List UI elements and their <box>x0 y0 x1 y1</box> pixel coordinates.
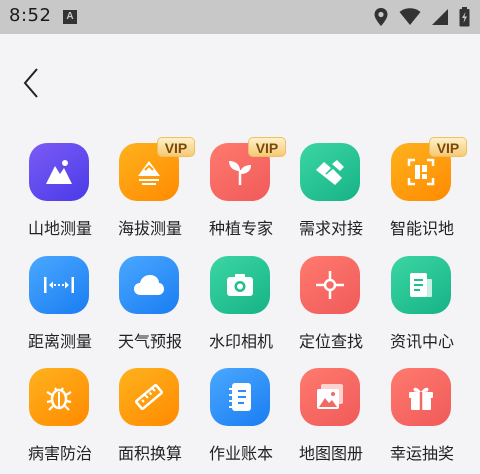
tool-tile <box>210 368 270 426</box>
tool-tile <box>29 368 89 426</box>
tool-tile <box>29 256 89 314</box>
tool-tile <box>300 368 360 426</box>
tool-distance[interactable]: 距离测量 <box>15 253 105 353</box>
notification-icon: A <box>63 10 77 24</box>
tool-label: 海拔测量 <box>117 219 182 238</box>
wifi-icon <box>399 8 421 26</box>
tool-tile <box>210 256 270 314</box>
status-icons <box>373 6 470 28</box>
tool-tile <box>391 256 451 314</box>
signal-icon <box>432 9 448 25</box>
tool-camera[interactable]: 水印相机 <box>196 253 286 353</box>
tool-label: 山地测量 <box>27 219 92 238</box>
cloud-icon <box>132 273 166 297</box>
tool-label: 智能识地 <box>389 219 454 238</box>
tool-label: 需求对接 <box>298 219 363 238</box>
tool-label: 作业账本 <box>208 444 273 463</box>
status-bar: 8:52 A <box>0 0 480 34</box>
tool-label: 幸运抽奖 <box>389 444 454 463</box>
tool-tile <box>119 256 179 314</box>
tool-sprout[interactable]: VIP 种植专家 <box>196 137 286 240</box>
tool-notebook[interactable]: 作业账本 <box>196 365 286 465</box>
tool-crosshair[interactable]: 定位查找 <box>286 253 376 353</box>
tool-ruler[interactable]: 面积换算 <box>105 365 195 465</box>
tool-cloud[interactable]: 天气预报 <box>105 253 195 353</box>
vip-badge: VIP <box>429 137 467 157</box>
tool-mountain[interactable]: 山地测量 <box>15 140 105 240</box>
tool-bug[interactable]: 病害防治 <box>15 365 105 465</box>
mountain-icon <box>44 158 74 186</box>
status-time: 8:52 <box>9 5 52 26</box>
tool-label: 面积换算 <box>117 444 182 463</box>
news-icon <box>407 270 435 300</box>
camera-icon <box>225 272 255 298</box>
tool-map-album[interactable]: 地图图册 <box>286 365 376 465</box>
distance-icon <box>42 275 76 295</box>
tool-label: 种植专家 <box>208 219 273 238</box>
tool-tile <box>300 143 360 201</box>
tool-tile <box>300 256 360 314</box>
tool-label: 定位查找 <box>298 332 363 351</box>
tool-gift[interactable]: 幸运抽奖 <box>377 365 467 465</box>
ruler-icon <box>134 382 164 412</box>
crosshair-icon <box>314 269 346 301</box>
tool-news[interactable]: 资讯中心 <box>377 253 467 353</box>
handshake-icon <box>314 158 346 186</box>
tool-tile <box>119 368 179 426</box>
bug-icon <box>44 382 74 412</box>
vip-badge: VIP <box>157 137 195 157</box>
tool-label: 天气预报 <box>117 332 182 351</box>
location-icon <box>374 8 388 26</box>
vip-badge: VIP <box>248 137 286 157</box>
tool-scan[interactable]: VIP 智能识地 <box>377 137 467 240</box>
tool-tile <box>391 368 451 426</box>
tool-label: 地图图册 <box>298 444 363 463</box>
notebook-icon <box>226 381 254 413</box>
map-album-icon <box>314 382 346 412</box>
battery-icon <box>459 7 470 27</box>
tool-label: 病害防治 <box>27 444 92 463</box>
tool-label: 距离测量 <box>27 332 92 351</box>
tool-label: 水印相机 <box>208 332 273 351</box>
tool-handshake[interactable]: 需求对接 <box>286 140 376 240</box>
chevron-left-icon <box>23 68 38 98</box>
gift-icon <box>406 382 436 412</box>
back-button[interactable] <box>16 66 46 100</box>
altitude-icon <box>133 158 165 186</box>
tool-tile <box>29 143 89 201</box>
tool-label: 资讯中心 <box>389 332 454 351</box>
tool-altitude[interactable]: VIP 海拔测量 <box>105 137 195 240</box>
sprout-icon <box>225 157 255 187</box>
scan-icon <box>406 157 436 187</box>
